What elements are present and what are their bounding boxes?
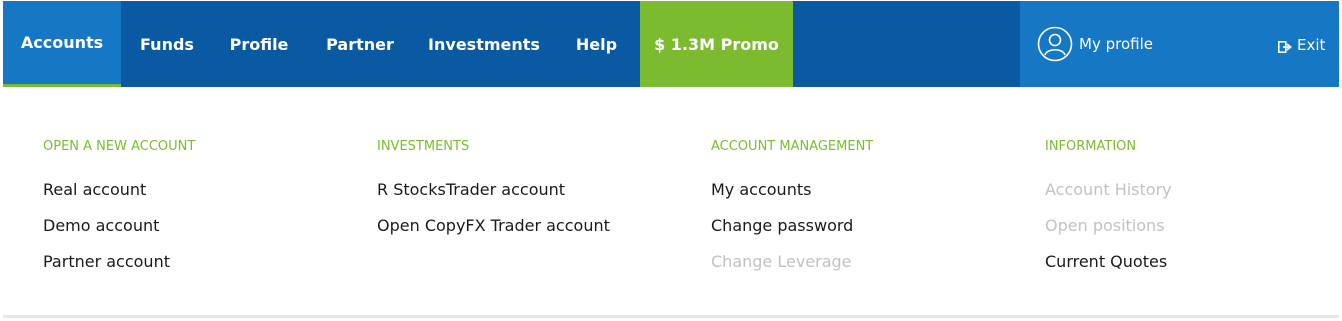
menu-link-rstockstrader-account[interactable]: R StocksTrader account: [377, 180, 610, 216]
menu-link-partner-account[interactable]: Partner account: [43, 252, 195, 288]
menu-link-demo-account[interactable]: Demo account: [43, 216, 195, 252]
menu-column-investments: INVESTMENTS R StocksTrader account Open …: [377, 138, 610, 252]
exit-label: Exit: [1297, 36, 1326, 54]
menu-link-current-quotes[interactable]: Current Quotes: [1045, 252, 1172, 288]
top-navigation-bar: Accounts Funds Profile Partner Investmen…: [3, 1, 1339, 87]
column-heading: INFORMATION: [1045, 139, 1137, 154]
menu-link-account-history: Account History: [1045, 180, 1172, 199]
nav-item-partner[interactable]: Partner: [305, 1, 415, 87]
exit-link[interactable]: Exit: [1278, 35, 1325, 55]
column-heading: INVESTMENTS: [377, 139, 470, 154]
exit-icon: [1278, 39, 1292, 53]
nav-item-accounts[interactable]: Accounts: [3, 1, 121, 87]
column-heading: OPEN A NEW ACCOUNT: [43, 139, 196, 154]
nav-item-profile[interactable]: Profile: [213, 1, 305, 87]
column-heading: ACCOUNT MANAGEMENT: [711, 139, 874, 154]
accounts-dropdown-menu: OPEN A NEW ACCOUNT Real account Demo acc…: [3, 87, 1339, 318]
nav-item-funds[interactable]: Funds: [121, 1, 213, 87]
menu-link-open-copyfx-trader-account[interactable]: Open CopyFX Trader account: [377, 216, 610, 252]
user-area: My profile Exit: [1020, 1, 1339, 87]
menu-column-information: INFORMATION Account History Open positio…: [1045, 138, 1172, 288]
menu-link-change-leverage: Change Leverage: [711, 252, 852, 271]
menu-column-open-account: OPEN A NEW ACCOUNT Real account Demo acc…: [43, 138, 195, 288]
nav-item-help[interactable]: Help: [553, 1, 640, 87]
menu-link-real-account[interactable]: Real account: [43, 180, 195, 216]
menu-link-change-password[interactable]: Change password: [711, 216, 873, 252]
menu-link-open-positions: Open positions: [1045, 216, 1165, 235]
user-avatar-icon: [1037, 26, 1073, 62]
my-profile-label: My profile: [1079, 35, 1153, 53]
my-profile-link[interactable]: My profile: [1037, 26, 1153, 62]
nav-item-promo[interactable]: $ 1.3M Promo: [640, 1, 793, 87]
menu-link-my-accounts[interactable]: My accounts: [711, 180, 873, 216]
menu-column-account-management: ACCOUNT MANAGEMENT My accounts Change pa…: [711, 138, 873, 288]
nav-item-investments[interactable]: Investments: [415, 1, 553, 87]
